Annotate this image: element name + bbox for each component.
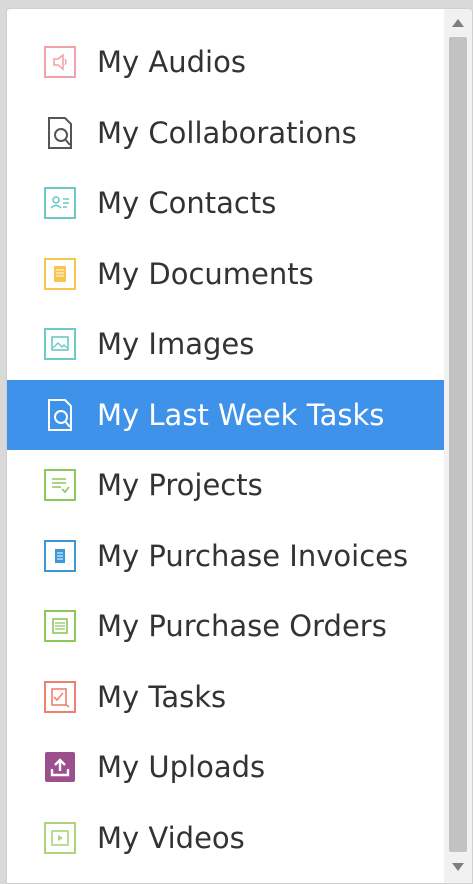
tasks-icon (43, 680, 77, 714)
scrollbar[interactable] (444, 9, 472, 883)
menu-item-my-contacts[interactable]: My Contacts (7, 168, 444, 239)
document-icon (43, 257, 77, 291)
menu-item-label: My Videos (97, 820, 245, 855)
contacts-icon (43, 186, 77, 220)
menu-item-label: My Tasks (97, 679, 227, 714)
video-icon (43, 821, 77, 855)
menu-item-label: My Collaborations (97, 115, 357, 150)
menu-item-label: My Audios (97, 45, 246, 80)
menu-item-label: My Uploads (97, 750, 266, 785)
menu-item-label: My Projects (97, 468, 263, 503)
menu-item-my-collaborations[interactable]: My Collaborations (7, 98, 444, 169)
menu-item-label: My Purchase Orders (97, 609, 387, 644)
menu-item-my-tasks[interactable]: My Tasks (7, 662, 444, 733)
scrollbar-thumb[interactable] (449, 37, 467, 852)
menu-item-my-uploads[interactable]: My Uploads (7, 732, 444, 803)
menu-list: My Audios My Collaborations My Contacts … (7, 27, 444, 873)
menu-item-my-projects[interactable]: My Projects (7, 450, 444, 521)
menu-item-my-last-week-tasks[interactable]: My Last Week Tasks (7, 379, 444, 450)
menu-item-label: My Contacts (97, 186, 277, 221)
last-week-tasks-icon (43, 398, 77, 432)
purchase-invoice-icon (43, 539, 77, 573)
menu-item-my-images[interactable]: My Images (7, 309, 444, 380)
collaboration-icon (43, 116, 77, 150)
audio-icon (43, 45, 77, 79)
scroll-down-icon[interactable] (452, 863, 464, 871)
scroll-up-icon[interactable] (452, 19, 464, 27)
projects-icon (43, 468, 77, 502)
menu-item-label: My Documents (97, 256, 314, 291)
menu-item-my-audios[interactable]: My Audios (7, 27, 444, 98)
menu-item-my-purchase-orders[interactable]: My Purchase Orders (7, 591, 444, 662)
menu-item-my-documents[interactable]: My Documents (7, 239, 444, 310)
menu-item-label: My Purchase Invoices (97, 538, 409, 573)
dropdown-menu: My Audios My Collaborations My Contacts … (6, 8, 473, 884)
menu-item-label: My Images (97, 327, 255, 362)
menu-item-my-videos[interactable]: My Videos (7, 803, 444, 874)
purchase-order-icon (43, 609, 77, 643)
image-icon (43, 327, 77, 361)
menu-item-my-purchase-invoices[interactable]: My Purchase Invoices (7, 521, 444, 592)
menu-item-label: My Last Week Tasks (97, 397, 385, 432)
upload-icon (43, 750, 77, 784)
